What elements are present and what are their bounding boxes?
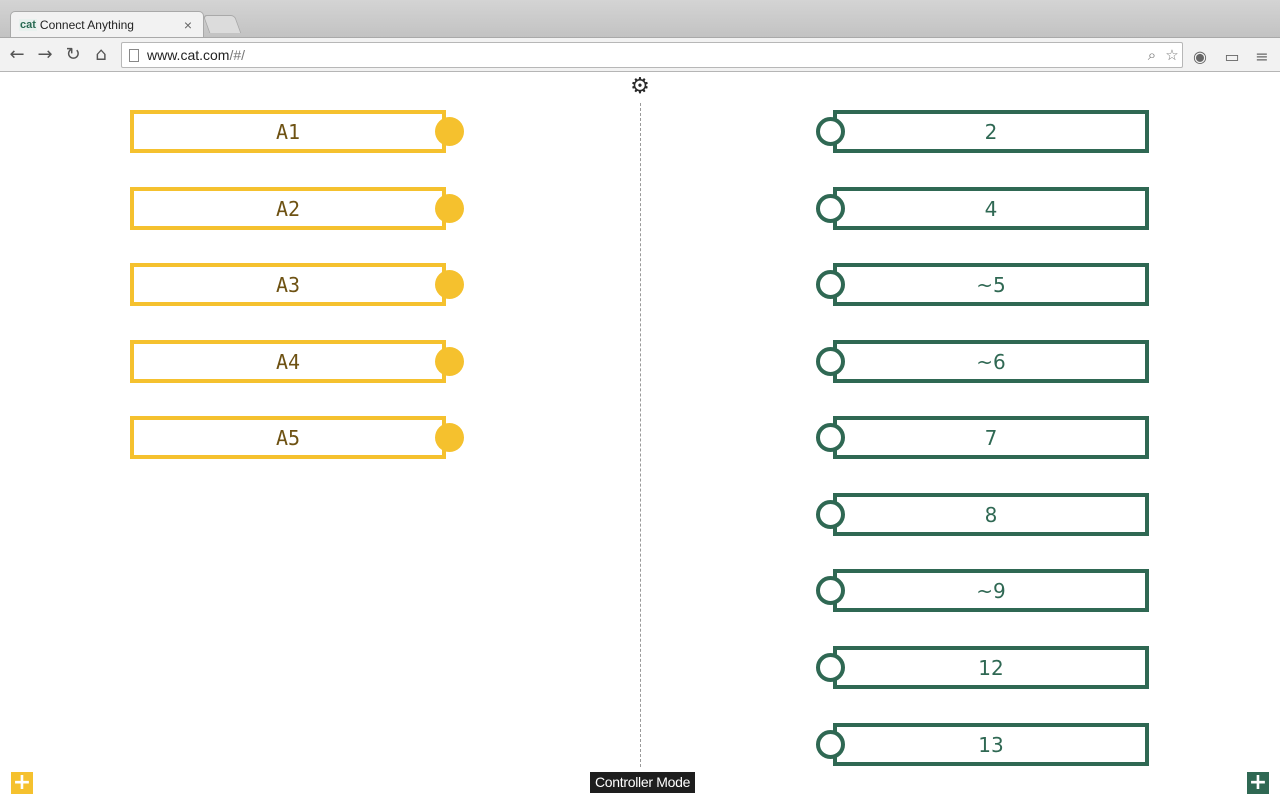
output-label-box: 8 (833, 493, 1149, 536)
new-tab-button[interactable] (202, 15, 242, 33)
input-label-box: A5 (130, 416, 446, 459)
input-connector[interactable] (435, 270, 464, 299)
forward-icon[interactable]: → (34, 44, 56, 66)
browser-tabstrip: cat Connect Anything × (0, 0, 1280, 38)
input-label-box: A4 (130, 340, 446, 383)
input-connector[interactable] (435, 423, 464, 452)
page-content: ⚙ A1 A2 A3 A4 A5 2 4 ~5 ~6 7 8 ~9 12 13 … (0, 73, 1280, 800)
zoom-icon[interactable]: ⌕ (1142, 46, 1162, 64)
add-output-button[interactable]: + (1247, 772, 1269, 794)
input-row[interactable]: A4 (130, 340, 464, 383)
browser-tab[interactable]: cat Connect Anything × (10, 11, 204, 38)
output-row[interactable]: 12 (816, 646, 1150, 689)
output-connector[interactable] (816, 423, 845, 452)
address-bar[interactable]: www.cat.com/#/ ⌕ ☆ (121, 42, 1183, 68)
cast-icon[interactable]: ▭ (1221, 45, 1243, 67)
output-label-box: 2 (833, 110, 1149, 153)
output-label-box: 4 (833, 187, 1149, 230)
output-connector[interactable] (816, 653, 845, 682)
input-row[interactable]: A2 (130, 187, 464, 230)
output-label-box: 12 (833, 646, 1149, 689)
input-connector[interactable] (435, 347, 464, 376)
output-row[interactable]: ~9 (816, 569, 1150, 612)
add-input-button[interactable]: + (11, 772, 33, 794)
input-connector[interactable] (435, 194, 464, 223)
back-icon[interactable]: ← (6, 44, 28, 66)
output-connector[interactable] (816, 730, 845, 759)
input-connector[interactable] (435, 117, 464, 146)
mode-label[interactable]: Controller Mode (590, 772, 696, 793)
tab-title: Connect Anything (39, 18, 134, 32)
output-row[interactable]: 7 (816, 416, 1150, 459)
output-row[interactable]: 2 (816, 110, 1150, 153)
output-connector[interactable] (816, 347, 845, 376)
output-label-box: ~5 (833, 263, 1149, 306)
input-label-box: A2 (130, 187, 446, 230)
extension-icon[interactable]: ◉ (1189, 45, 1211, 67)
output-row[interactable]: ~5 (816, 263, 1150, 306)
output-connector[interactable] (816, 500, 845, 529)
gear-icon[interactable]: ⚙ (628, 75, 652, 99)
menu-icon[interactable]: ≡ (1251, 45, 1273, 67)
input-row[interactable]: A3 (130, 263, 464, 306)
input-row[interactable]: A1 (130, 110, 464, 153)
output-row[interactable]: 8 (816, 493, 1150, 536)
output-row[interactable]: 13 (816, 723, 1150, 766)
output-connector[interactable] (816, 117, 845, 146)
output-label-box: 7 (833, 416, 1149, 459)
center-divider (640, 103, 641, 767)
input-row[interactable]: A5 (130, 416, 464, 459)
tab-favicon: cat (19, 19, 37, 31)
browser-toolbar: ← → ↻ ⌂ www.cat.com/#/ ⌕ ☆ ◉ ▭ ≡ (0, 37, 1280, 72)
output-connector[interactable] (816, 576, 845, 605)
output-row[interactable]: ~6 (816, 340, 1150, 383)
url-text: www.cat.com/#/ (147, 47, 246, 63)
output-connector[interactable] (816, 270, 845, 299)
output-connector[interactable] (816, 194, 845, 223)
page-icon (129, 48, 139, 62)
tab-close-icon[interactable]: × (181, 18, 195, 32)
bookmark-star-icon[interactable]: ☆ (1162, 46, 1182, 64)
reload-icon[interactable]: ↻ (62, 44, 84, 66)
home-icon[interactable]: ⌂ (90, 44, 112, 66)
output-label-box: 13 (833, 723, 1149, 766)
input-label-box: A3 (130, 263, 446, 306)
output-label-box: ~6 (833, 340, 1149, 383)
output-row[interactable]: 4 (816, 187, 1150, 230)
output-label-box: ~9 (833, 569, 1149, 612)
input-label-box: A1 (130, 110, 446, 153)
